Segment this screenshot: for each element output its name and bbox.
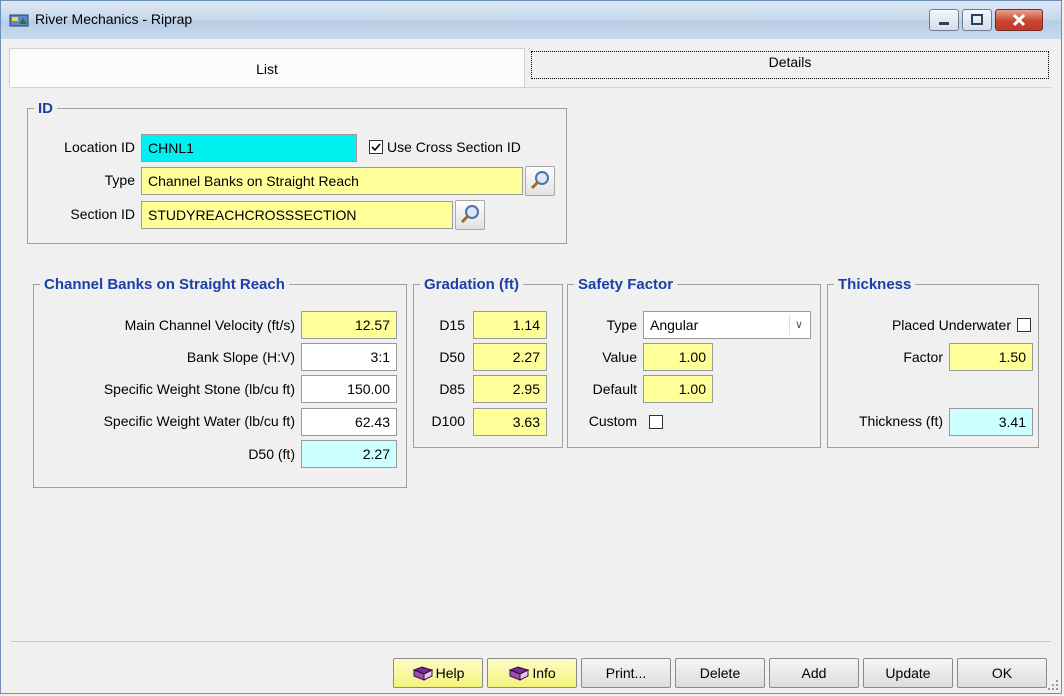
tab-list-label: List [256, 61, 278, 77]
gradation-legend: Gradation (ft) [424, 276, 519, 293]
maximize-button[interactable] [962, 9, 992, 31]
safety-value-label: Value [602, 349, 637, 365]
channel-legend: Channel Banks on Straight Reach [44, 276, 285, 293]
details-panel: ID Location ID CHNL1 ☑ Use Cross Section… [11, 87, 1051, 632]
weight-water-label: Specific Weight Water (lb/cu ft) [103, 413, 295, 429]
d15-field[interactable]: 1.14 [473, 311, 547, 339]
location-id-field[interactable]: CHNL1 [141, 134, 357, 162]
ok-label: OK [991, 665, 1013, 681]
print-label: Print... [605, 665, 647, 681]
custom-label: Custom [588, 413, 637, 429]
check-icon [371, 143, 381, 152]
section-search-button[interactable] [455, 200, 485, 230]
add-button[interactable]: Add [769, 658, 859, 688]
chevron-down-icon: ∨ [789, 315, 808, 335]
app-icon [9, 14, 29, 27]
add-label: Add [801, 665, 827, 681]
book-icon [412, 666, 433, 682]
d50-field: 2.27 [301, 440, 397, 468]
tab-details-label: Details [768, 54, 812, 70]
d85-label: D85 [439, 381, 465, 397]
thickness-field: 3.41 [949, 408, 1033, 436]
d100-label: D100 [431, 413, 465, 429]
type-search-button[interactable] [525, 166, 555, 196]
update-button[interactable]: Update [863, 658, 953, 688]
placed-underwater-checkbox[interactable] [1017, 318, 1031, 332]
riprap-window: River Mechanics - Riprap List Details ID… [0, 0, 1062, 694]
d100-field[interactable]: 3.63 [473, 408, 547, 436]
delete-button[interactable]: Delete [675, 658, 765, 688]
search-icon [530, 171, 549, 190]
safety-type-select[interactable]: Angular ∨ [643, 311, 811, 339]
section-id-field[interactable]: STUDYREACHCROSSSECTION [141, 201, 453, 229]
ok-button[interactable]: OK [957, 658, 1047, 688]
bank-slope-label: Bank Slope (H:V) [186, 349, 295, 365]
safety-legend: Safety Factor [578, 276, 674, 293]
use-cross-section-label: Use Cross Section ID [387, 139, 521, 155]
resize-grip-icon[interactable] [1047, 679, 1059, 691]
velocity-label: Main Channel Velocity (ft/s) [124, 317, 295, 333]
weight-stone-label: Specific Weight Stone (lb/cu ft) [103, 381, 295, 397]
update-label: Update [885, 665, 931, 681]
custom-checkbox[interactable] [649, 415, 663, 429]
minimize-button[interactable] [929, 9, 959, 31]
type-label: Type [104, 172, 135, 188]
safety-default-label: Default [592, 381, 637, 397]
d50-grad-label: D50 [439, 349, 465, 365]
placed-underwater-label: Placed Underwater [891, 317, 1011, 333]
maximize-icon [971, 14, 983, 25]
velocity-field[interactable]: 12.57 [301, 311, 397, 339]
tab-bar: List Details [9, 48, 1051, 88]
print-button[interactable]: Print... [581, 658, 671, 688]
search-icon [460, 205, 479, 224]
thickness-legend: Thickness [838, 276, 912, 293]
location-id-label: Location ID [64, 139, 135, 155]
tab-list[interactable]: List [9, 48, 525, 88]
book-icon [508, 666, 530, 682]
weight-water-field[interactable]: 62.43 [301, 408, 397, 436]
window-title: River Mechanics - Riprap [35, 11, 193, 27]
section-id-label: Section ID [70, 206, 135, 222]
tab-details[interactable]: Details [529, 49, 1051, 83]
info-label: Info [532, 665, 556, 681]
factor-label: Factor [903, 349, 943, 365]
use-cross-section-checkbox[interactable]: ☑ [369, 140, 383, 154]
weight-stone-field[interactable]: 150.00 [301, 375, 397, 403]
help-label: Help [435, 665, 465, 681]
d50-label: D50 (ft) [248, 446, 295, 462]
help-button[interactable]: Help [393, 658, 483, 688]
d85-field[interactable]: 2.95 [473, 375, 547, 403]
close-button[interactable] [995, 9, 1043, 31]
bank-slope-field[interactable]: 3:1 [301, 343, 397, 371]
type-field[interactable]: Channel Banks on Straight Reach [141, 167, 523, 195]
id-legend: ID [38, 100, 53, 117]
delete-label: Delete [699, 665, 741, 681]
factor-field[interactable]: 1.50 [949, 343, 1033, 371]
d50-grad-field[interactable]: 2.27 [473, 343, 547, 371]
minimize-icon [939, 22, 949, 25]
title-bar[interactable]: River Mechanics - Riprap [1, 1, 1061, 39]
thickness-label: Thickness (ft) [858, 413, 943, 429]
safety-type-value: Angular [650, 317, 699, 333]
safety-type-label: Type [606, 317, 637, 333]
close-icon [1012, 13, 1026, 27]
button-bar: Help Info Print... Delete Add Update OK [11, 641, 1051, 696]
info-button[interactable]: Info [487, 658, 577, 688]
d15-label: D15 [439, 317, 465, 333]
safety-default-field[interactable]: 1.00 [643, 375, 713, 403]
safety-value-field[interactable]: 1.00 [643, 343, 713, 371]
